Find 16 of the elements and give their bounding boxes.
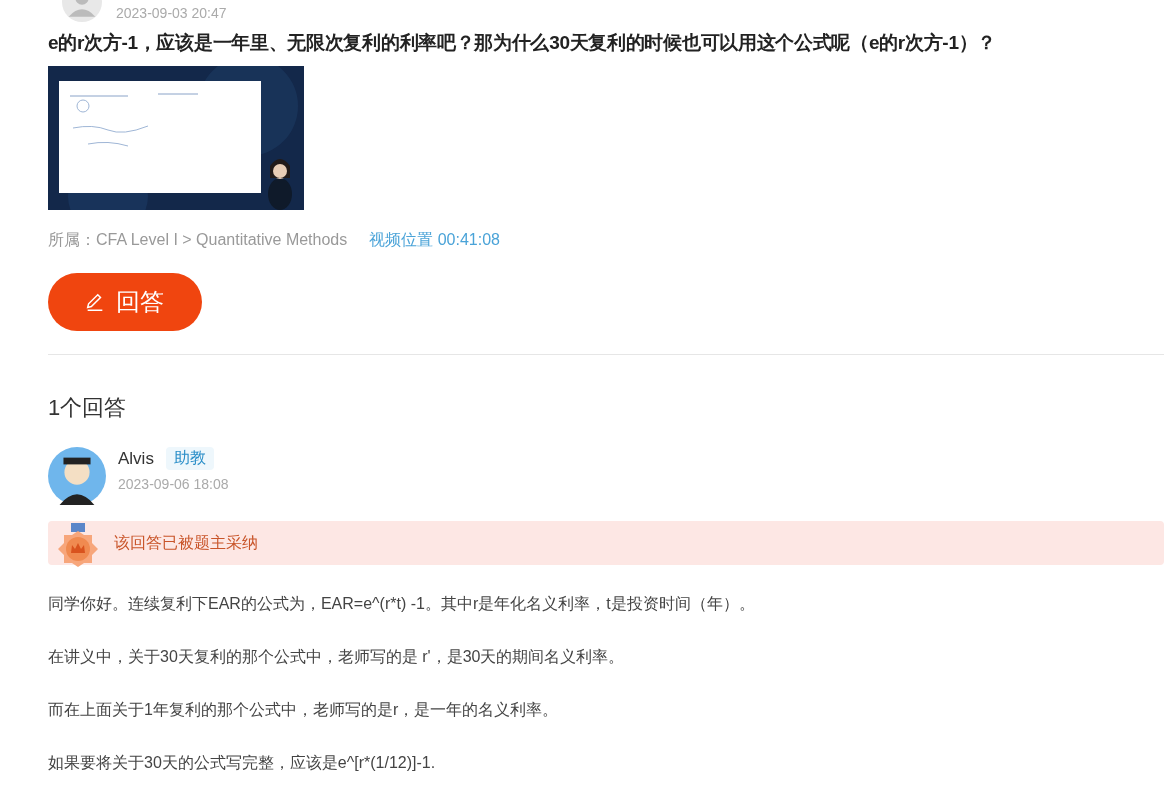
- accepted-label: 该回答已被题主采纳: [114, 532, 258, 553]
- answer-paragraph: 如果要将关于30天的公式写完整，应该是e^[r*(1/12)]-1.: [48, 753, 437, 773]
- avatar: [48, 447, 106, 505]
- video-position-link[interactable]: 视频位置 00:41:08: [369, 230, 500, 251]
- medal-icon: [58, 523, 98, 567]
- answer-paragraph: 在讲义中，关于30天复利的那个公式中，老师写的是 r'，是30天的期间名义利率。: [48, 647, 626, 667]
- role-tag: 助教: [165, 447, 214, 470]
- answer-paragraph: 同学你好。连续复利下EAR的公式为，EAR=e^(r*t) -1。其中r是年化名义利率，t是投资时间（年）。: [48, 594, 756, 614]
- answer-count: 1个回答: [48, 394, 128, 422]
- author-name: Alvis: [118, 448, 154, 469]
- answer-button[interactable]: 回答: [48, 273, 202, 331]
- question-title: e的r次方-1，应该是一年里、无限次复利的利率吧？那为什么30天复利的时候也可以用这个公式呢（e的r次方-1）？: [48, 31, 998, 55]
- answer-paragraph: 而在上面关于1年复利的那个公式中，老师写的是r，是一年的名义利率。: [48, 700, 560, 720]
- answer-date: 2023-09-06 18:08: [118, 476, 229, 492]
- question-date: 2023-09-03 20:47: [116, 4, 227, 22]
- category-path: 所属：CFA Level I > Quantitative Methods: [48, 230, 348, 250]
